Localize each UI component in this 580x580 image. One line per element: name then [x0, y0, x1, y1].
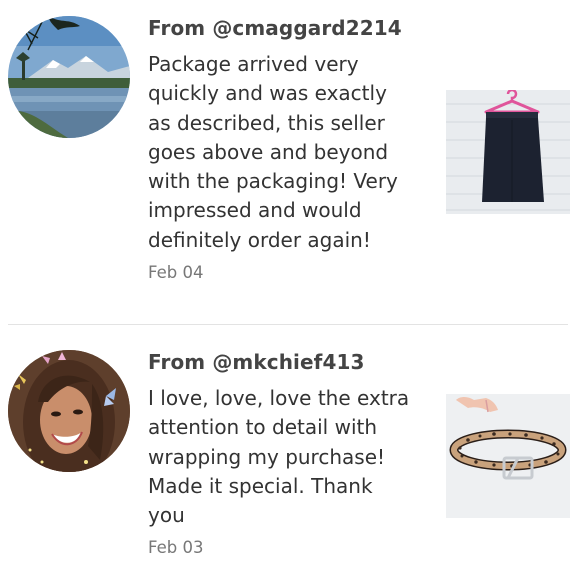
review-text-line: as described, this seller — [148, 110, 385, 135]
review-text-line: you — [148, 503, 185, 528]
review-text-line: attention to detail with — [148, 415, 378, 440]
reviewer-avatar[interactable] — [8, 350, 130, 472]
from-label: From — [148, 350, 206, 374]
review-text-line: Made it special. Thank — [148, 473, 373, 498]
review-item: From @mkchief413 I love, love, love the … — [0, 325, 580, 580]
reviewer-name: From @mkchief413 — [148, 350, 365, 374]
reviewer-username[interactable]: @cmaggard2214 — [212, 16, 401, 40]
review-text: Package arrived very quickly and was exa… — [148, 50, 416, 255]
review-text-line: wrapping my purchase! — [148, 444, 386, 469]
reviewer-avatar[interactable] — [8, 16, 130, 138]
review-text-line: impressed and would — [148, 198, 362, 223]
reviewer-username[interactable]: @mkchief413 — [212, 350, 364, 374]
reviewer-name: From @cmaggard2214 — [148, 16, 402, 40]
review-item: From @cmaggard2214 Package arrived very … — [0, 0, 580, 324]
review-text-line: definitely order again! — [148, 227, 371, 252]
review-text-line: I love, love, love the extra — [148, 386, 410, 410]
from-label: From — [148, 16, 206, 40]
smiling-woman-photo-icon — [8, 350, 130, 472]
review-text-line: Package arrived very — [148, 52, 359, 76]
mountain-lake-photo-icon — [8, 16, 130, 138]
purchased-item-thumbnail[interactable] — [446, 394, 570, 518]
leopard-belt-photo-icon — [446, 394, 570, 518]
review-text-line: goes above and beyond — [148, 139, 389, 164]
purchased-item-thumbnail[interactable] — [446, 90, 570, 214]
review-date: Feb 04 — [148, 263, 204, 282]
review-date: Feb 03 — [148, 538, 204, 557]
review-text-line: with the packaging! Very — [148, 169, 398, 194]
review-text-line: quickly and was exactly — [148, 81, 387, 106]
review-text: I love, love, love the extra attention t… — [148, 384, 416, 530]
skirt-on-hanger-photo-icon — [446, 90, 570, 214]
